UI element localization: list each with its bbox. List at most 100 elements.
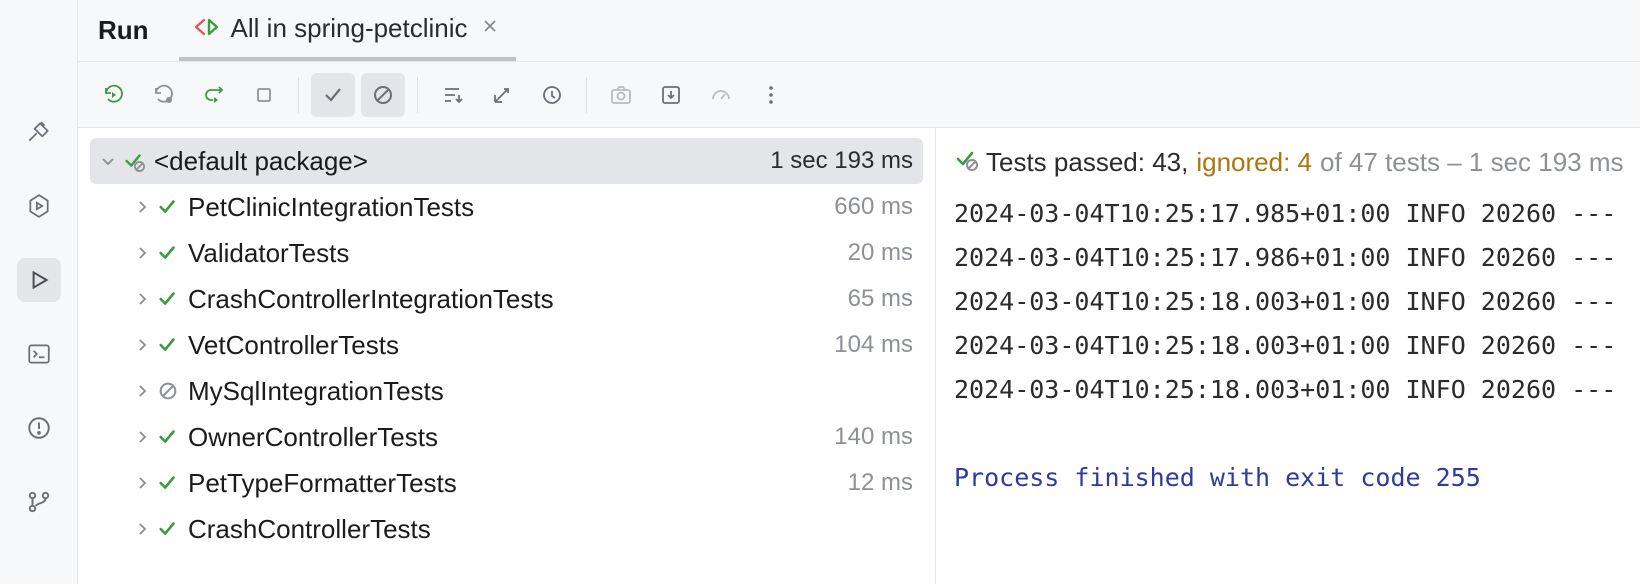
- test-node-label: MySqlIntegrationTests: [188, 376, 903, 407]
- autotest-icon: [202, 83, 226, 107]
- run-tool-button[interactable]: [17, 258, 61, 302]
- test-node-time: 20 ms: [838, 239, 913, 267]
- summary-ignored: ignored: 4: [1196, 140, 1312, 184]
- toolbar-separator: [298, 77, 299, 113]
- close-icon: [482, 18, 498, 34]
- summary-rest: of 47 tests – 1 sec 193 ms: [1320, 140, 1624, 184]
- console-line: 2024-03-04T10:25:18.003+01:00 INFO 20260…: [954, 368, 1640, 412]
- check-icon: [321, 83, 345, 107]
- test-tree-root[interactable]: <default package> 1 sec 193 ms: [90, 138, 923, 184]
- expand-all-button[interactable]: [480, 73, 524, 117]
- test-node-label: PetClinicIntegrationTests: [188, 192, 824, 223]
- pass-status-icon: [154, 518, 182, 540]
- test-node-label: CrashControllerIntegrationTests: [188, 284, 838, 315]
- test-node-label: OwnerControllerTests: [188, 422, 824, 453]
- pass-status-icon: [954, 140, 978, 184]
- gauge-icon: [709, 83, 733, 107]
- no-entry-icon: [371, 83, 395, 107]
- test-node-label: CrashControllerTests: [188, 514, 903, 545]
- pass-status-icon: [154, 242, 182, 264]
- more-button[interactable]: [749, 73, 793, 117]
- test-tree-item[interactable]: OwnerControllerTests140 ms: [90, 414, 923, 460]
- chevron-right-icon[interactable]: [130, 199, 154, 215]
- run-config-tab[interactable]: All in spring-petclinic: [179, 0, 516, 61]
- pass-status-icon: [154, 472, 182, 494]
- console-output[interactable]: Tests passed: 43, ignored: 4 of 47 tests…: [936, 128, 1640, 584]
- test-tree-item[interactable]: ValidatorTests20 ms: [90, 230, 923, 276]
- vcs-tool-button[interactable]: [17, 480, 61, 524]
- rerun-icon: [102, 83, 126, 107]
- close-tab-button[interactable]: [478, 14, 502, 43]
- play-icon: [26, 267, 52, 293]
- warning-circle-icon: [26, 415, 52, 441]
- console-exit-line: Process finished with exit code 255: [954, 456, 1640, 500]
- test-tree-item[interactable]: CrashControllerIntegrationTests65 ms: [90, 276, 923, 322]
- chevron-right-icon[interactable]: [130, 521, 154, 537]
- test-node-time: 660 ms: [824, 193, 913, 221]
- pass-status-icon: [154, 288, 182, 310]
- pass-status-icon: [154, 334, 182, 356]
- chevron-right-icon[interactable]: [130, 475, 154, 491]
- rerun-failed-button[interactable]: [142, 73, 186, 117]
- test-node-time: 140 ms: [824, 423, 913, 451]
- run-config-tab-label: All in spring-petclinic: [231, 13, 468, 44]
- test-history-button[interactable]: [530, 73, 574, 117]
- test-node-time: 1 sec 193 ms: [760, 147, 913, 175]
- test-tree-item[interactable]: MySqlIntegrationTests: [90, 368, 923, 414]
- test-summary: Tests passed: 43, ignored: 4 of 47 tests…: [954, 140, 1640, 184]
- build-tool-button[interactable]: [17, 110, 61, 154]
- chevron-right-icon[interactable]: [130, 291, 154, 307]
- kebab-icon: [759, 83, 783, 107]
- test-tree-item[interactable]: CrashControllerTests: [90, 506, 923, 552]
- profiler-button[interactable]: [699, 73, 743, 117]
- screenshot-button[interactable]: [599, 73, 643, 117]
- test-node-time: 104 ms: [824, 331, 913, 359]
- toggle-autotest-button[interactable]: [192, 73, 236, 117]
- test-tree-item[interactable]: PetTypeFormatterTests12 ms: [90, 460, 923, 506]
- test-node-label: ValidatorTests: [188, 238, 838, 269]
- chevron-right-icon[interactable]: [130, 245, 154, 261]
- console-line: 2024-03-04T10:25:17.986+01:00 INFO 20260…: [954, 236, 1640, 280]
- import-tests-button[interactable]: [649, 73, 693, 117]
- chevron-right-icon[interactable]: [130, 429, 154, 445]
- terminal-icon: [26, 341, 52, 367]
- problems-tool-button[interactable]: [17, 406, 61, 450]
- sort-button[interactable]: [430, 73, 474, 117]
- stop-button[interactable]: [242, 73, 286, 117]
- test-toolbar: [78, 62, 1640, 128]
- test-node-label: <default package>: [154, 146, 760, 177]
- test-node-label: PetTypeFormatterTests: [188, 468, 838, 499]
- pass-ignored-status-icon: [120, 150, 148, 172]
- console-line: 2024-03-04T10:25:18.003+01:00 INFO 20260…: [954, 280, 1640, 324]
- toolbar-separator: [586, 77, 587, 113]
- test-tree-item[interactable]: VetControllerTests104 ms: [90, 322, 923, 368]
- test-tree-item[interactable]: PetClinicIntegrationTests660 ms: [90, 184, 923, 230]
- tool-window-title: Run: [98, 15, 149, 46]
- console-line: 2024-03-04T10:25:17.985+01:00 INFO 20260…: [954, 192, 1640, 236]
- show-passed-button[interactable]: [311, 73, 355, 117]
- ignored-status-icon: [154, 380, 182, 402]
- chevron-right-icon[interactable]: [130, 337, 154, 353]
- hexagon-play-icon: [26, 193, 52, 219]
- sort-icon: [440, 83, 464, 107]
- expand-icon: [490, 83, 514, 107]
- pass-status-icon: [154, 426, 182, 448]
- chevron-right-icon[interactable]: [130, 383, 154, 399]
- test-tree[interactable]: <default package> 1 sec 193 ms PetClinic…: [78, 128, 936, 584]
- rerun-failed-icon: [152, 83, 176, 107]
- test-node-label: VetControllerTests: [188, 330, 824, 361]
- stop-icon: [252, 83, 276, 107]
- toolbar-separator: [417, 77, 418, 113]
- rerun-button[interactable]: [92, 73, 136, 117]
- console-line: 2024-03-04T10:25:18.003+01:00 INFO 20260…: [954, 324, 1640, 368]
- run-tabbar: Run All in spring-petclinic: [78, 0, 1640, 62]
- services-tool-button[interactable]: [17, 184, 61, 228]
- hammer-icon: [26, 119, 52, 145]
- camera-icon: [609, 83, 633, 107]
- git-branch-icon: [26, 489, 52, 515]
- test-node-time: 65 ms: [838, 285, 913, 313]
- chevron-down-icon[interactable]: [96, 153, 120, 169]
- terminal-tool-button[interactable]: [17, 332, 61, 376]
- show-ignored-button[interactable]: [361, 73, 405, 117]
- left-tool-rail: [0, 0, 78, 584]
